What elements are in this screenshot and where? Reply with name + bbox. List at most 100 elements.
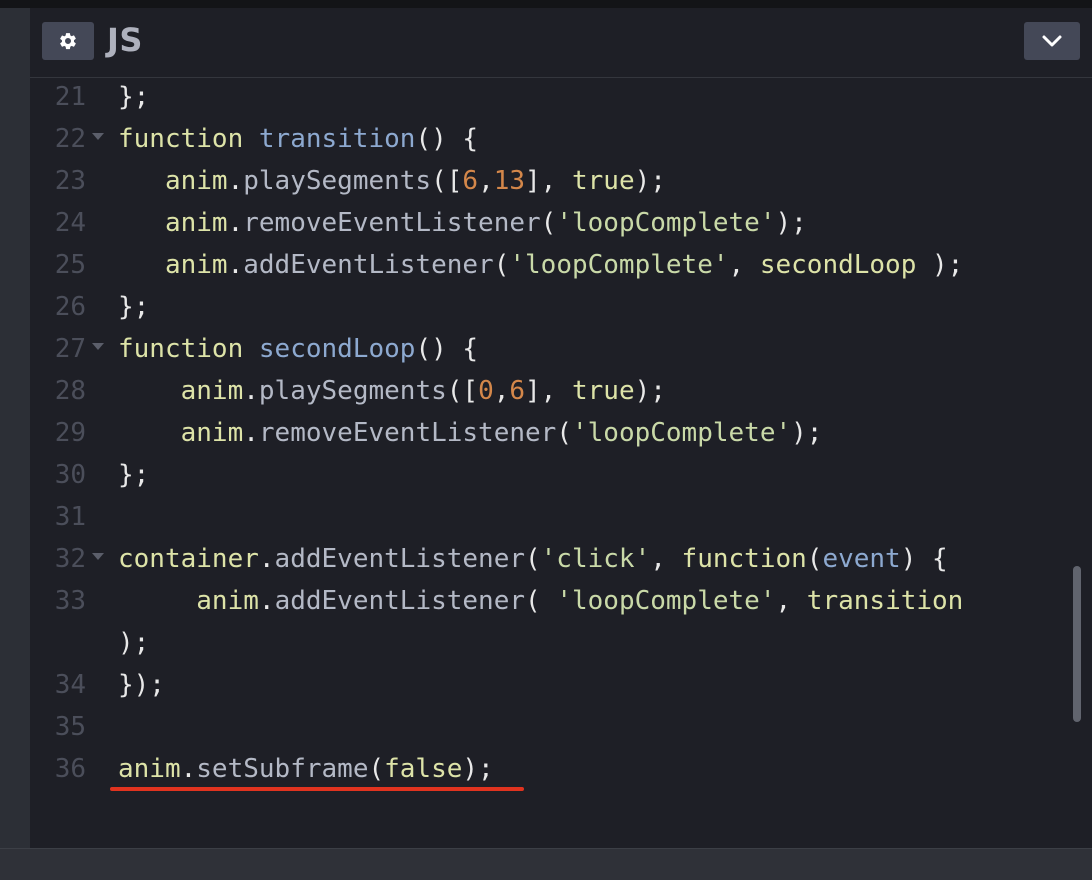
code-token: , bbox=[478, 166, 494, 196]
code-area[interactable]: 21}; 22 function transition() {23 anim.pla… bbox=[30, 78, 1092, 848]
code-text: anim.addEventListener('loopComplete', se… bbox=[118, 244, 963, 286]
code-line[interactable]: 29 anim.removeEventListener('loopComplet… bbox=[30, 412, 1070, 454]
line-number: 26 bbox=[54, 292, 86, 322]
code-token: ( bbox=[806, 544, 823, 574]
code-token: ( bbox=[540, 208, 557, 238]
code-token: ) { bbox=[900, 544, 948, 574]
fold-arrow-icon[interactable] bbox=[92, 343, 104, 350]
code-token: anim bbox=[196, 586, 259, 616]
code-token: setSubframe bbox=[196, 754, 369, 784]
code-token: addEventListener bbox=[243, 250, 494, 280]
line-number: 32 bbox=[54, 544, 86, 574]
code-line[interactable]: 26}; bbox=[30, 286, 1070, 328]
code-text: anim.playSegments([0,6], true); bbox=[118, 370, 666, 412]
code-token: ( bbox=[493, 250, 510, 280]
bottom-bar bbox=[0, 848, 1092, 880]
code-line[interactable]: ); bbox=[30, 622, 1070, 664]
code-line[interactable]: 30}; bbox=[30, 454, 1070, 496]
editor-title: JS bbox=[107, 21, 143, 59]
code-line[interactable]: 35 bbox=[30, 706, 1070, 748]
code-line[interactable]: 27 function secondLoop() { bbox=[30, 328, 1070, 370]
code-token: ); bbox=[775, 208, 807, 238]
line-number: 28 bbox=[54, 376, 86, 406]
code-text: }; bbox=[118, 286, 149, 328]
settings-button[interactable] bbox=[42, 22, 94, 60]
code-token: addEventListener bbox=[274, 586, 526, 616]
code-token: , bbox=[728, 250, 760, 280]
code-token: ); bbox=[462, 754, 494, 784]
code-token: () { bbox=[415, 334, 479, 364]
code-token: ( bbox=[368, 754, 385, 784]
code-token: anim bbox=[180, 376, 244, 406]
code-token: }; bbox=[118, 292, 150, 322]
line-number: 34 bbox=[54, 670, 86, 700]
fold-arrow-icon[interactable] bbox=[92, 553, 104, 560]
collapse-button[interactable] bbox=[1024, 22, 1080, 60]
code-token: . bbox=[227, 208, 244, 238]
vertical-scrollbar[interactable] bbox=[1073, 566, 1081, 722]
code-token: removeEventListener bbox=[243, 208, 541, 238]
code-token: removeEventListener bbox=[258, 418, 557, 448]
code-token: }; bbox=[118, 460, 150, 490]
code-token: ( bbox=[556, 418, 572, 448]
line-number: 23 bbox=[54, 166, 86, 196]
code-token: function bbox=[681, 544, 807, 574]
code-token: playSegments bbox=[243, 166, 432, 196]
code-token: . bbox=[258, 586, 275, 616]
line-number: 35 bbox=[54, 712, 86, 742]
code-token: 'loopComplete' bbox=[571, 418, 792, 448]
code-line[interactable]: 21}; bbox=[30, 78, 1070, 118]
chevron-down-icon bbox=[1042, 35, 1062, 47]
code-token: ([ bbox=[431, 166, 463, 196]
code-line[interactable]: 31 bbox=[30, 496, 1070, 538]
code-line[interactable]: 34}); bbox=[30, 664, 1070, 706]
code-line[interactable]: 28 anim.playSegments([0,6], true); bbox=[30, 370, 1070, 412]
fold-arrow-icon[interactable] bbox=[92, 133, 104, 140]
code-text: anim.removeEventListener('loopComplete')… bbox=[118, 202, 807, 244]
code-line[interactable]: 23 anim.playSegments([6,13], true); bbox=[30, 160, 1070, 202]
code-line[interactable]: 22 function transition() { bbox=[30, 118, 1070, 160]
code-token: ); bbox=[916, 250, 964, 280]
code-token: false bbox=[384, 754, 463, 784]
line-number: 21 bbox=[54, 82, 86, 112]
code-line[interactable]: 36 anim.setSubframe(false); bbox=[30, 748, 1070, 790]
code-token: . bbox=[227, 250, 244, 280]
code-token: 13 bbox=[493, 166, 526, 196]
code-text: function secondLoop() { bbox=[118, 328, 478, 370]
code-token: . bbox=[243, 376, 259, 406]
code-line[interactable]: 25 anim.addEventListener('loopComplete',… bbox=[30, 244, 1070, 286]
code-line[interactable]: 24 anim.removeEventListener('loopComplet… bbox=[30, 202, 1070, 244]
code-token: }); bbox=[118, 670, 165, 700]
line-number: 33 bbox=[54, 586, 86, 616]
line-number: 24 bbox=[54, 208, 86, 238]
code-token: ], bbox=[525, 166, 572, 196]
code-token: container bbox=[118, 544, 259, 574]
code-token: . bbox=[258, 544, 275, 574]
line-number: 36 bbox=[54, 754, 86, 784]
line-number: 31 bbox=[54, 502, 86, 532]
code-token: ); bbox=[634, 376, 666, 406]
gear-icon bbox=[60, 33, 76, 50]
code-token: anim bbox=[164, 208, 228, 238]
code-token: anim bbox=[164, 166, 228, 196]
code-token: 6 bbox=[509, 376, 526, 406]
code-token: 'loopComplete' bbox=[556, 586, 776, 616]
left-border bbox=[0, 8, 30, 848]
code-token: function bbox=[118, 334, 244, 364]
code-line[interactable]: 33 anim.addEventListener( 'loopComplete'… bbox=[30, 580, 1070, 622]
code-line[interactable]: 32 container.addEventListener('click', fu… bbox=[30, 538, 1070, 580]
code-text: anim.setSubframe(false); bbox=[118, 748, 494, 790]
code-token: anim bbox=[164, 250, 228, 280]
code-token: ( bbox=[525, 544, 541, 574]
code-token: function bbox=[118, 124, 244, 154]
code-token: true bbox=[572, 166, 635, 196]
code-token: event bbox=[822, 544, 901, 574]
code-token: . bbox=[243, 418, 259, 448]
line-number: 27 bbox=[54, 334, 86, 364]
code-token: }; bbox=[118, 82, 150, 112]
